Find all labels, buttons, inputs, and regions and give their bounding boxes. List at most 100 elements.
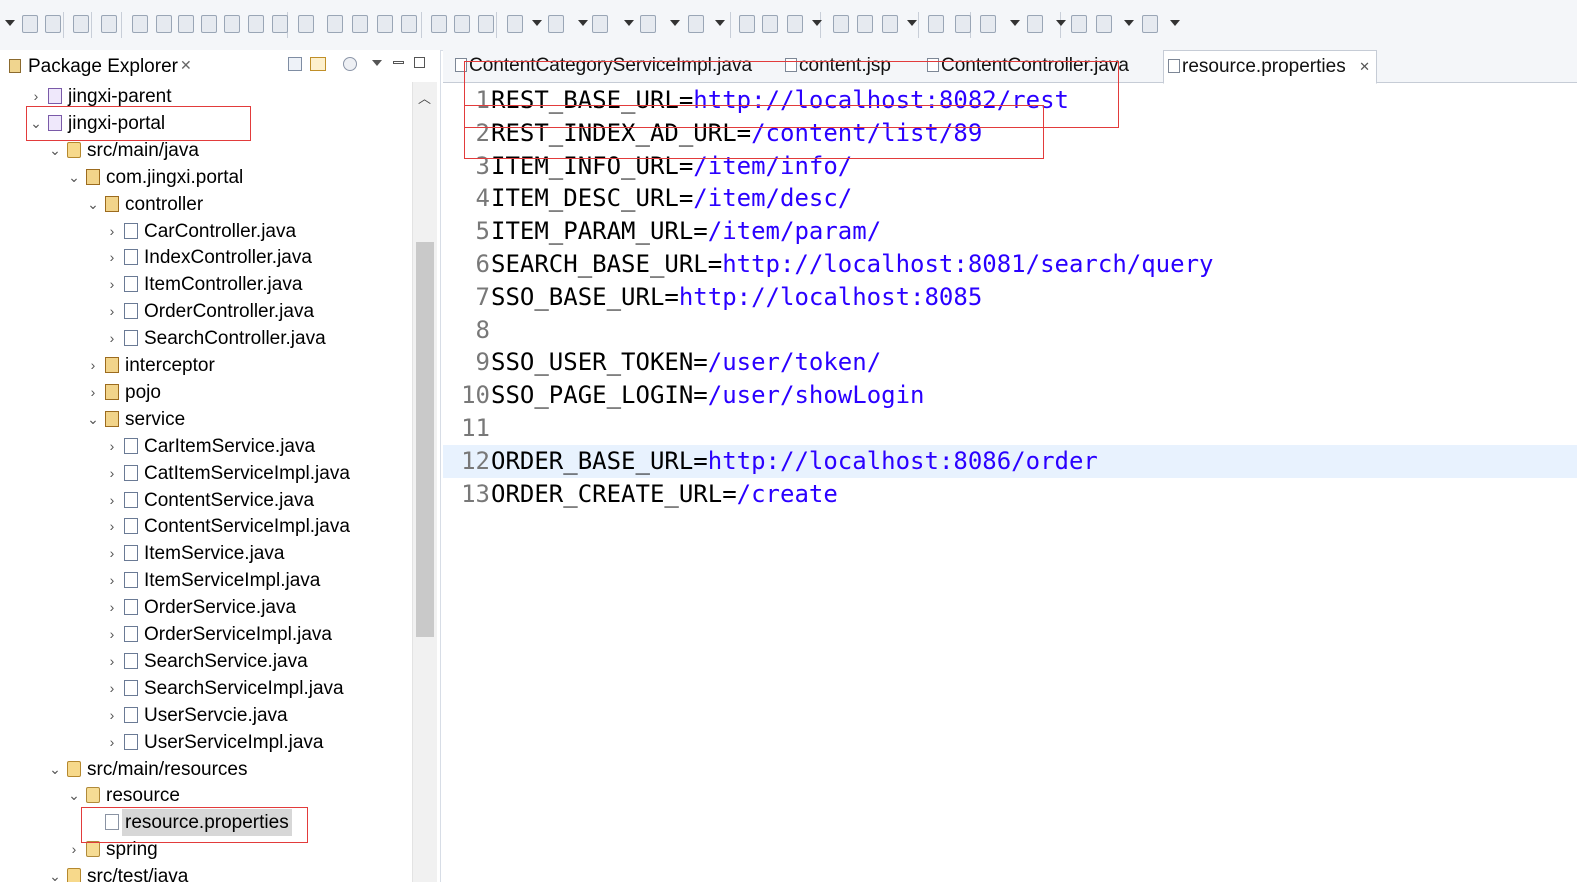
mark-occurrences-icon[interactable] — [401, 15, 417, 33]
tree-item[interactable]: › ContentService.java — [0, 487, 412, 514]
tree-item[interactable]: ⌄ resource — [0, 782, 412, 809]
tree-item[interactable]: › interceptor — [0, 352, 412, 379]
code-line[interactable]: 10 SSO_PAGE_LOGIN=/user/showLogin — [443, 379, 1577, 412]
editor-tab[interactable]: content.jsp — [781, 50, 911, 82]
step-into-icon[interactable] — [224, 15, 240, 33]
last-edit-icon[interactable] — [1071, 15, 1087, 33]
editor-tab[interactable]: ContentCategoryServiceImpl.java — [451, 50, 766, 82]
dropdown-arrow-icon[interactable] — [624, 20, 634, 26]
save-icon[interactable] — [22, 15, 38, 33]
new-class-icon[interactable] — [787, 15, 803, 33]
tree-item[interactable]: › CatItemServiceImpl.java — [0, 460, 412, 487]
dropdown-arrow-icon[interactable] — [1056, 20, 1066, 26]
minimize-view-icon[interactable] — [393, 61, 404, 64]
expanded-chevron-icon[interactable]: ⌄ — [86, 406, 100, 433]
dropdown-arrow-icon[interactable] — [532, 20, 542, 26]
collapsed-chevron-icon[interactable]: › — [105, 298, 119, 325]
expanded-chevron-icon[interactable]: ⌄ — [29, 110, 43, 137]
dropdown-arrow-icon[interactable] — [578, 20, 588, 26]
code-line[interactable]: 8 — [443, 314, 1577, 347]
collapsed-chevron-icon[interactable]: › — [105, 218, 119, 245]
close-tab-icon[interactable]: ✕ — [1359, 51, 1370, 83]
tree-item[interactable]: › jingxi-parent — [0, 83, 412, 110]
tree-item[interactable]: › ItemServiceImpl.java — [0, 567, 412, 594]
focus-task-icon[interactable] — [343, 57, 357, 71]
tree-item[interactable]: ⌄ controller — [0, 191, 412, 218]
collapsed-chevron-icon[interactable]: › — [67, 836, 81, 863]
tree-item[interactable]: › ItemController.java — [0, 271, 412, 298]
code-line[interactable]: 6 SEARCH_BASE_URL= http://localhost:8081/s… — [443, 248, 1577, 281]
collapsed-chevron-icon[interactable]: › — [105, 460, 119, 487]
code-line[interactable]: 11 — [443, 412, 1577, 445]
code-line[interactable]: 4 ITEM_DESC_URL=/item/desc/ — [443, 182, 1577, 215]
code-line[interactable]: 13 ORDER_CREATE_URL=/create — [443, 478, 1577, 511]
code-line[interactable]: 12 ORDER_BASE_URL= http://localhost:8086/o… — [443, 444, 1577, 478]
save-all-icon[interactable] — [45, 15, 61, 33]
suspend-icon[interactable] — [156, 15, 172, 33]
tree-item[interactable]: › IndexController.java — [0, 244, 412, 271]
stop-icon[interactable] — [178, 15, 194, 33]
collapsed-chevron-icon[interactable]: › — [105, 244, 119, 271]
collapsed-chevron-icon[interactable]: › — [86, 352, 100, 379]
drop-frame-icon[interactable] — [298, 15, 314, 33]
toggle-breakpoint-icon[interactable] — [352, 15, 368, 33]
open-type-icon[interactable] — [833, 15, 849, 33]
collapsed-chevron-icon[interactable]: › — [105, 540, 119, 567]
collapsed-chevron-icon[interactable]: › — [105, 567, 119, 594]
collapsed-chevron-icon[interactable]: › — [105, 729, 119, 756]
dropdown-arrow-icon[interactable] — [907, 20, 917, 26]
tree-item[interactable]: › OrderService.java — [0, 594, 412, 621]
globe-icon[interactable] — [955, 15, 971, 33]
expanded-chevron-icon[interactable]: ⌄ — [48, 863, 62, 882]
tree-item[interactable]: › SearchServiceImpl.java — [0, 675, 412, 702]
collapsed-chevron-icon[interactable]: › — [105, 702, 119, 729]
back-icon[interactable] — [1096, 15, 1112, 33]
expanded-chevron-icon[interactable]: ⌄ — [48, 137, 62, 164]
dropdown-arrow-icon[interactable] — [1170, 20, 1180, 26]
disconnect-icon[interactable] — [201, 15, 217, 33]
publish-icon[interactable] — [688, 15, 704, 33]
code-line[interactable]: 9 SSO_USER_TOKEN=/user/token/ — [443, 346, 1577, 379]
step-icon[interactable] — [132, 15, 148, 33]
tree-item[interactable]: ⌄ src/main/java — [0, 137, 412, 164]
tree-item[interactable]: › ContentServiceImpl.java — [0, 513, 412, 540]
close-view-icon[interactable]: ✕ — [180, 57, 192, 74]
dropdown-arrow-icon[interactable] — [670, 20, 680, 26]
tree-item[interactable]: › CarItemService.java — [0, 433, 412, 460]
collapse-all-icon[interactable] — [288, 57, 302, 71]
tree-item[interactable]: › OrderController.java — [0, 298, 412, 325]
tree-item[interactable]: ⌄ src/test/java — [0, 863, 412, 882]
view-menu-icon[interactable] — [372, 60, 382, 66]
tree-item[interactable]: › ItemService.java — [0, 540, 412, 567]
new-package-icon[interactable] — [762, 15, 778, 33]
tree-item[interactable]: ⌄ src/main/resources — [0, 756, 412, 783]
code-line[interactable]: 3 ITEM_INFO_URL=/item/info/ — [443, 150, 1577, 183]
use-filters-icon[interactable] — [327, 15, 343, 33]
dropdown-arrow-icon[interactable] — [5, 20, 15, 26]
dropdown-arrow-icon[interactable] — [1124, 20, 1134, 26]
tree-item[interactable]: › CarController.java — [0, 218, 412, 245]
step-return-icon[interactable] — [272, 15, 288, 33]
editor-tab[interactable]: ContentController.java — [923, 50, 1145, 82]
whitespace-icon[interactable] — [478, 15, 494, 33]
print-icon[interactable] — [73, 15, 89, 33]
tree-item[interactable]: ⌄ com.jingxi.portal — [0, 164, 412, 191]
collapsed-chevron-icon[interactable]: › — [105, 513, 119, 540]
tree-vertical-scrollbar[interactable]: ︿ — [412, 82, 437, 882]
expanded-chevron-icon[interactable]: ⌄ — [86, 191, 100, 218]
collapsed-chevron-icon[interactable]: › — [105, 325, 119, 352]
stop-server-icon[interactable] — [640, 15, 656, 33]
scrollbar-thumb[interactable] — [416, 242, 434, 637]
new-java-project-icon[interactable] — [739, 15, 755, 33]
previous-annotation-icon[interactable] — [1027, 15, 1043, 33]
code-line[interactable]: 7 SSO_BASE_URL= http://localhost:8085 — [443, 281, 1577, 314]
collapsed-chevron-icon[interactable]: › — [105, 433, 119, 460]
collapsed-chevron-icon[interactable]: › — [105, 675, 119, 702]
editor-tab[interactable]: resource.properties ✕ — [1163, 50, 1377, 84]
open-perspective-icon[interactable] — [928, 15, 944, 33]
search-icon[interactable] — [882, 15, 898, 33]
expanded-chevron-icon[interactable]: ⌄ — [48, 756, 62, 783]
forward-icon[interactable] — [1142, 15, 1158, 33]
word-wrap-icon[interactable] — [431, 15, 447, 33]
code-line[interactable]: 2 REST_INDEX_AD_URL=/content/list/89 — [443, 117, 1577, 150]
